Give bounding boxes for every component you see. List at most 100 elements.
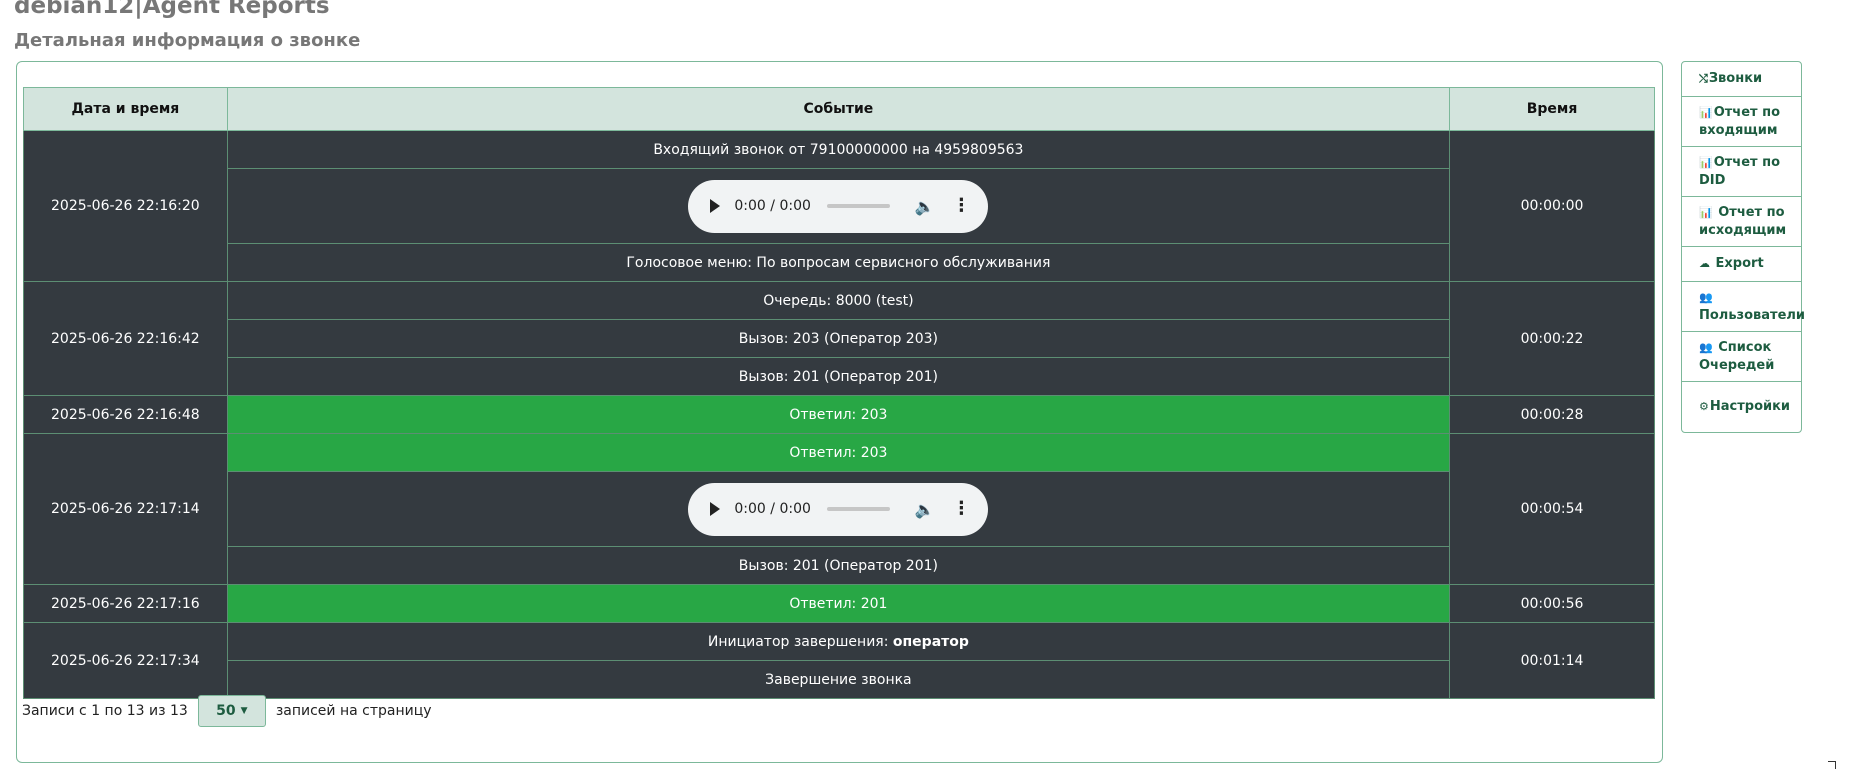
side-menu-item[interactable]: 📊 Отчет по исходящим	[1682, 197, 1801, 247]
side-menu-item[interactable]: ⤭Звонки	[1682, 62, 1801, 97]
events-table-wrapper: Дата и время Событие Время 2025-06-26 22…	[23, 87, 1655, 699]
event-cell: Завершение звонка	[226, 660, 1451, 699]
resize-corner-icon	[1828, 761, 1836, 769]
play-icon[interactable]	[710, 502, 721, 516]
users-icon: 👥	[1699, 340, 1713, 354]
side-menu-content: 📊 Отчет по исходящим	[1699, 204, 1793, 240]
recording-cell: 0:00 / 0:00 🔈 ⋮	[226, 471, 1451, 547]
duration-cell: 00:00:00	[1449, 130, 1655, 282]
side-menu-item[interactable]: 👥 Пользователи	[1682, 282, 1805, 332]
volume-icon[interactable]: 🔈	[914, 197, 934, 216]
table-row: Голосовое меню: По вопросам сервисного о…	[24, 243, 1655, 282]
side-menu-label: Настройки	[1709, 399, 1791, 414]
audio-progress-slider[interactable]	[826, 507, 891, 511]
more-options-icon[interactable]: ⋮	[952, 197, 970, 215]
duration-cell: 00:00:54	[1449, 433, 1655, 585]
duration-cell: 00:00:56	[1449, 584, 1655, 623]
side-menu-content: ⚙Настройки	[1699, 398, 1790, 416]
event-text: Ответил: 201	[789, 595, 888, 612]
event-text-bold: оператор	[892, 633, 969, 650]
audio-time: 0:00 / 0:00	[734, 198, 811, 214]
call-events-table: Дата и время Событие Время 2025-06-26 22…	[23, 87, 1655, 699]
audio-progress-slider[interactable]	[826, 204, 891, 208]
side-menu-label: Пользователи	[1699, 307, 1806, 323]
event-text: Завершение звонка	[765, 671, 912, 688]
side-menu: ⤭Звонки 📊Отчет по входящим 📊Отчет по DID 📊 …	[1681, 61, 1805, 433]
side-menu-item[interactable]: 👥 Список Очередей	[1682, 332, 1801, 382]
side-menu-item[interactable]: 📊Отчет по входящим	[1682, 97, 1801, 147]
column-header-datetime[interactable]: Дата и время	[23, 87, 228, 131]
side-menu-item[interactable]: 📊Отчет по DID	[1682, 147, 1801, 197]
page-subtitle: Детальная информация о звонке	[14, 30, 361, 51]
app-title: debian12|Agent Reports	[14, 0, 330, 19]
answered-event-cell: Ответил: 201	[226, 584, 1451, 623]
table-row: 0:00 / 0:00 🔈 ⋮	[24, 471, 1655, 547]
datetime-cell: 2025-06-26 22:16:48	[23, 395, 228, 434]
records-info: Записи с 1 по 13 из 13	[22, 703, 188, 719]
bar-chart-icon: 📊	[1699, 105, 1713, 119]
table-row: 2025-06-26 22:16:20 Входящий звонок от 79…	[23, 130, 1655, 282]
event-cell: Вызов: 201 (Оператор 201)	[226, 357, 1451, 396]
table-row: Вызов: 201 (Оператор 201)	[24, 546, 1655, 585]
page-size-value: 50	[216, 703, 236, 719]
datetime-cell: 2025-06-26 22:17:16	[23, 584, 228, 623]
play-icon[interactable]	[710, 199, 721, 213]
audio-player[interactable]: 0:00 / 0:00 🔈 ⋮	[688, 482, 989, 536]
cogs-icon: ⚙	[1699, 400, 1709, 413]
cloud-download-icon: ☁	[1699, 257, 1710, 270]
event-cell: Вызов: 203 (Оператор 203)	[226, 319, 1451, 358]
table-row: 2025-06-26 22:17:34 Инициатор завершения:…	[23, 622, 1655, 699]
bar-chart-icon: 📊	[1699, 205, 1713, 219]
datetime-cell: 2025-06-26 22:17:34	[23, 622, 228, 699]
event-text: Голосовое меню: По вопросам сервисного о…	[626, 254, 1051, 271]
datetime-cell: 2025-06-26 22:16:20	[23, 130, 228, 282]
table-row: 2025-06-26 22:16:42 Очередь: 8000 (test) 0…	[23, 281, 1655, 396]
event-text: Инициатор завершения:	[707, 633, 893, 650]
table-row: 2025-06-26 22:17:16 Ответил: 201 00:00:56	[23, 584, 1655, 623]
side-menu-item[interactable]: ⚙Настройки	[1682, 382, 1801, 432]
caret-down-icon: ▼	[240, 706, 248, 716]
event-cell: Входящий звонок от 79100000000 на 495980…	[226, 130, 1451, 169]
table-row: 0:00 / 0:00 🔈 ⋮	[24, 168, 1655, 244]
shuffle-icon: ⤭	[1699, 72, 1708, 85]
table-row: 2025-06-26 22:17:14 Ответил: 203 00:00:54	[23, 433, 1655, 585]
call-details-panel: Дата и время Событие Время 2025-06-26 22…	[16, 61, 1663, 763]
side-menu-item[interactable]: ☁ Export	[1682, 247, 1801, 282]
more-options-icon[interactable]: ⋮	[952, 500, 970, 518]
datetime-cell: 2025-06-26 22:17:14	[23, 433, 228, 585]
duration-cell: 00:00:28	[1449, 395, 1655, 434]
page-size-suffix: записей на страницу	[275, 703, 432, 719]
side-menu-content: ⤭Звонки	[1699, 70, 1762, 88]
event-cell: Вызов: 201 (Оператор 201)	[226, 546, 1451, 585]
side-menu-content: 📊Отчет по входящим	[1699, 104, 1793, 140]
recording-cell: 0:00 / 0:00 🔈 ⋮	[226, 168, 1451, 244]
table-row: Вызов: 203 (Оператор 203)	[24, 319, 1655, 358]
event-text: Ответил: 203	[789, 444, 888, 461]
pagination-bar: Записи с 1 по 13 из 13 50 ▼ записей на с…	[22, 694, 432, 728]
datetime-cell: 2025-06-26 22:16:42	[23, 281, 228, 396]
events-table-body: 2025-06-26 22:16:20 Входящий звонок от 79…	[23, 130, 1655, 699]
answered-event-cell: Ответил: 203	[226, 395, 1451, 434]
table-row: Завершение звонка	[24, 660, 1655, 699]
users-icon: 👥	[1699, 290, 1713, 304]
side-menu-label: Export	[1711, 256, 1764, 271]
table-row: Вызов: 201 (Оператор 201)	[24, 357, 1655, 396]
answered-event-cell: Ответил: 203	[226, 433, 1451, 472]
audio-player[interactable]: 0:00 / 0:00 🔈 ⋮	[688, 179, 989, 233]
column-header-event[interactable]: Событие	[226, 87, 1451, 131]
event-cell: Инициатор завершения: оператор	[226, 622, 1451, 661]
side-menu-label: Звонки	[1708, 71, 1763, 86]
event-text: Вызов: 201 (Оператор 201)	[738, 557, 938, 574]
volume-icon[interactable]: 🔈	[914, 500, 934, 519]
event-text: Вызов: 203 (Оператор 203)	[738, 330, 938, 347]
event-text: Очередь: 8000 (test)	[763, 292, 914, 309]
column-header-duration[interactable]: Время	[1449, 87, 1655, 131]
page-size-dropdown[interactable]: 50 ▼	[197, 695, 266, 727]
table-header-row: Дата и время Событие Время	[23, 87, 1655, 131]
event-cell: Очередь: 8000 (test)	[226, 281, 1451, 320]
side-menu-content: ☁ Export	[1699, 255, 1764, 273]
side-menu-content: 👥 Список Очередей	[1699, 339, 1793, 375]
duration-cell: 00:00:22	[1449, 281, 1655, 396]
audio-time: 0:00 / 0:00	[734, 501, 811, 517]
table-row: 2025-06-26 22:16:48 Ответил: 203 00:00:28	[23, 395, 1655, 434]
